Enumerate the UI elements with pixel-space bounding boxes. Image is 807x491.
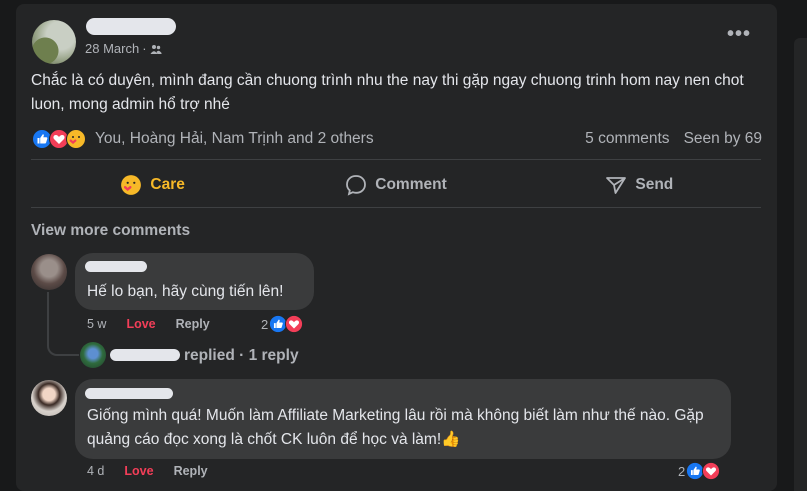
replier-name-redacted[interactable] (110, 349, 180, 361)
comment-text: Giống mình quá! Muốn làm Affiliate Marke… (87, 407, 704, 448)
reactions-summary[interactable]: You, Hoàng Hải, Nam Trịnh and 2 others 5… (32, 128, 762, 150)
author-name-redacted[interactable] (86, 18, 176, 35)
comment-meta: 5 w Love Reply (87, 317, 210, 331)
comment-bubble: Giống mình quá! Muốn làm Affiliate Marke… (75, 379, 731, 459)
replier-avatar[interactable] (80, 342, 106, 368)
comment-reactions[interactable]: 2 (678, 462, 721, 480)
reaction-names[interactable]: You, Hoàng Hải, Nam Trịnh and 2 others (95, 130, 374, 148)
commenter-name-redacted[interactable] (85, 388, 173, 399)
author-avatar[interactable] (32, 20, 76, 64)
more-options-icon[interactable]: ••• (724, 24, 754, 50)
comments-count[interactable]: 5 comments (585, 130, 669, 148)
reaction-icons[interactable] (32, 129, 86, 149)
comment-button[interactable]: Comment (274, 164, 517, 206)
post-actions: Care Comment Send (31, 164, 761, 206)
love-icon (285, 315, 304, 333)
care-icon (66, 129, 86, 149)
comment-reaction-count: 2 (261, 316, 269, 332)
post-card: 28 March · ••• Chắc là có duyên, mình đa… (16, 4, 777, 491)
post-stats: 5 comments Seen by 69 (585, 130, 762, 148)
post-date[interactable]: 28 March (85, 41, 139, 56)
comment-icon (346, 175, 367, 196)
comment-reactions[interactable]: 2 (261, 315, 304, 333)
view-replies-link[interactable]: replied · 1 reply (184, 347, 299, 365)
love-icon (702, 462, 721, 480)
commenter-avatar[interactable] (31, 254, 67, 290)
reply-thread-line (47, 292, 79, 356)
friends-icon (150, 44, 162, 54)
comment-time[interactable]: 4 d (87, 464, 104, 478)
divider-top (31, 159, 761, 160)
seen-count[interactable]: Seen by 69 (684, 130, 762, 148)
care-icon (121, 175, 142, 195)
comment-bubble: Hế lo bạn, hãy cùng tiến lên! (75, 253, 314, 310)
comment-meta: 4 d Love Reply (87, 464, 208, 478)
comment-reaction-count: 2 (678, 463, 686, 479)
love-reaction-button[interactable]: Love (124, 464, 153, 478)
view-more-comments[interactable]: View more comments (31, 222, 190, 240)
reply-button[interactable]: Reply (176, 317, 210, 331)
love-reaction-button[interactable]: Love (126, 317, 155, 331)
right-panel (794, 38, 807, 491)
commenter-name-redacted[interactable] (85, 261, 147, 272)
comment-label: Comment (375, 176, 447, 193)
care-label: Care (150, 176, 185, 193)
post-meta: 28 March · (85, 41, 162, 56)
send-label: Send (635, 176, 674, 193)
comment-time[interactable]: 5 w (87, 317, 106, 331)
send-button[interactable]: Send (518, 164, 761, 206)
reply-button[interactable]: Reply (174, 464, 208, 478)
divider-bottom (31, 207, 761, 208)
commenter-avatar[interactable] (31, 380, 67, 416)
post-text: Chắc là có duyên, mình đang cần chuong t… (31, 72, 744, 113)
meta-separator: · (142, 41, 147, 56)
care-button[interactable]: Care (31, 164, 274, 206)
comment-text: Hế lo bạn, hãy cùng tiến lên! (87, 283, 284, 300)
send-icon (606, 177, 627, 194)
